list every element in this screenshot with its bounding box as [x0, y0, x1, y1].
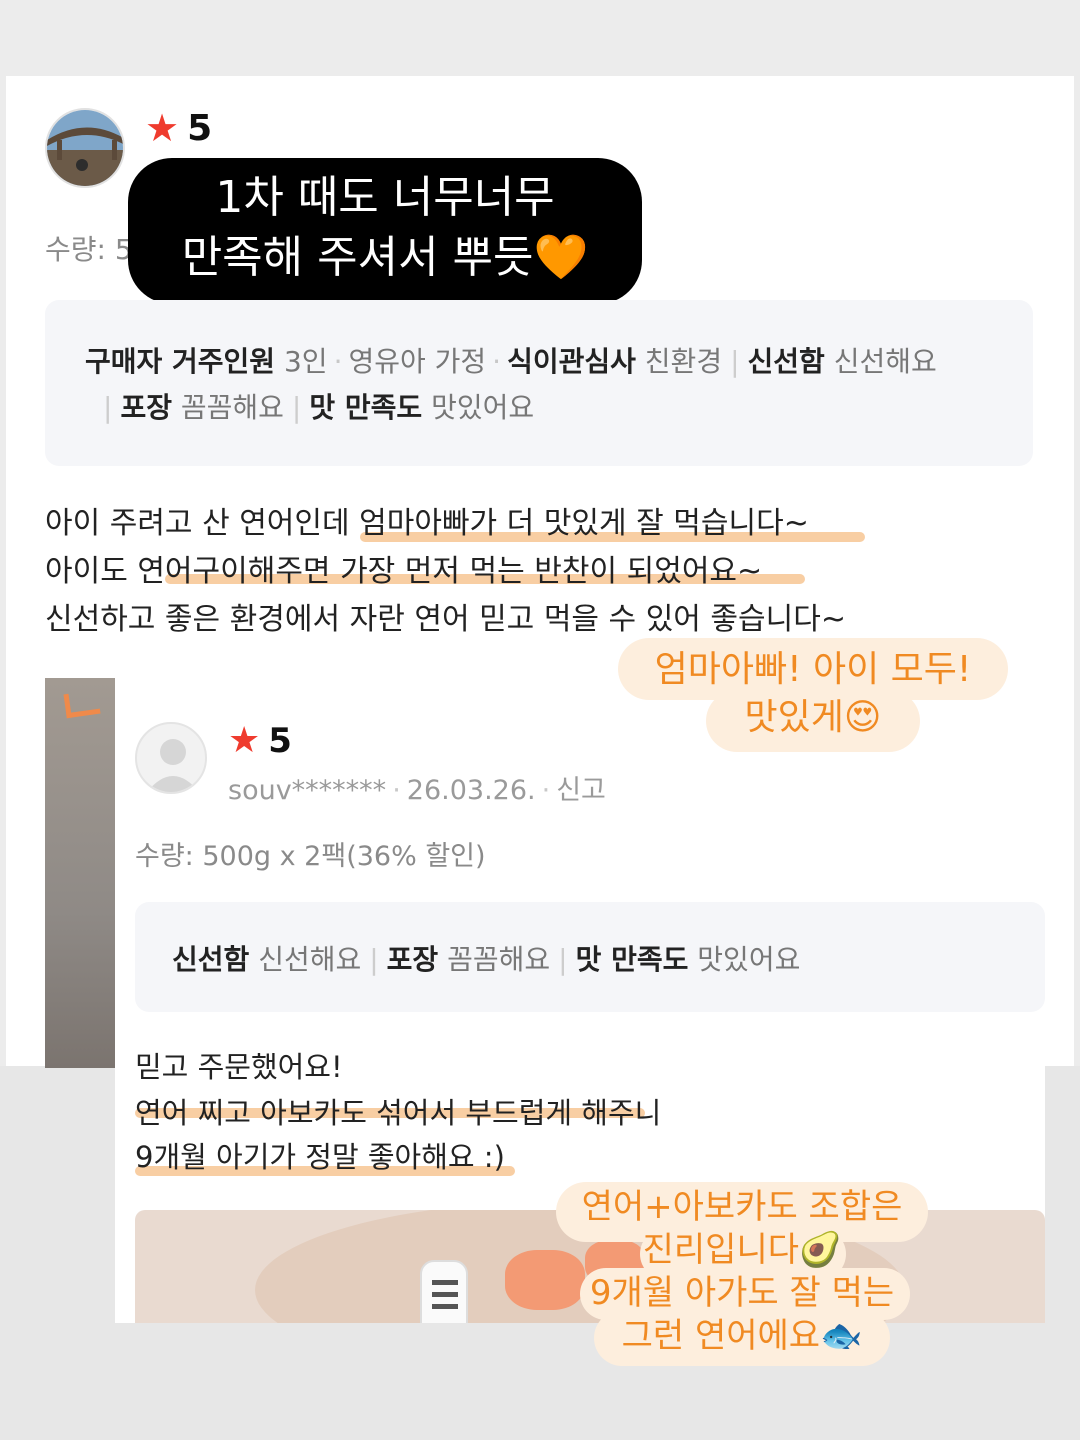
separator: ·	[333, 345, 343, 378]
reviewer-avatar[interactable]	[45, 108, 125, 188]
caption-line-3: 9개월 아가도 잘 먹는	[589, 1273, 895, 1313]
spoon-grip	[432, 1280, 458, 1285]
review-photo-thumbnail[interactable]	[45, 678, 115, 1068]
option-key: 맛 만족도	[575, 943, 689, 976]
option-value: 맛있어요	[431, 391, 535, 424]
option-key: 신선함	[172, 943, 250, 976]
separator: |	[730, 345, 740, 378]
caption-line-1: 엄마아빠! 아이 모두!	[654, 649, 972, 690]
star-icon: ★	[145, 106, 180, 150]
rating-value: 5	[268, 720, 292, 761]
spoon-grip	[432, 1292, 458, 1297]
option-key: 맛 만족도	[309, 391, 423, 424]
option-key: 구매자 거주인원	[85, 345, 276, 378]
review-text-line: 믿고 주문했어요!	[135, 1050, 343, 1084]
caption-line-1: 1차 때도 너무너무	[215, 172, 555, 223]
option-key: 포장	[120, 391, 172, 424]
options-line-1: 구매자 거주인원 3인 · 영유아 가정 · 식이관심사 친환경 | 신선함 신선해요	[85, 340, 937, 380]
report-link[interactable]: 신고	[556, 775, 606, 806]
orange-mark	[63, 689, 101, 719]
option-value: 3인	[283, 345, 328, 378]
caption-line-2: 만족해 주셔서 뿌듯🧡	[181, 232, 589, 283]
separator: |	[558, 943, 568, 976]
rating-value: 5	[187, 107, 213, 149]
separator: ·	[541, 775, 551, 806]
review-text-line: 아이 주려고 산 연어인데 엄마아빠가 더 맛있게 잘 먹습니다~	[45, 506, 809, 541]
option-value: 맛있어요	[697, 943, 801, 976]
quantity-label: 수량: 5	[45, 233, 133, 266]
caption-text-peach-2: 연어+아보카도 조합은 진리입니다🥑 9개월 아가도 잘 먹는 그런 연어에요🐟	[556, 1186, 928, 1358]
spoon-shape	[420, 1260, 468, 1323]
option-key: 신선함	[747, 345, 825, 378]
caption-line-2: 진리입니다🥑	[642, 1230, 842, 1270]
review-text-line: 아이도 연어구이해주면 가장 먼저 먹는 반찬이 되었어요~	[45, 554, 763, 589]
option-key: 포장	[386, 943, 439, 976]
rating: ★ 5	[145, 106, 212, 150]
quantity-label: 수량: 500g x 2팩(36% 할인)	[135, 841, 486, 872]
option-value: 꼼꼼해요	[447, 943, 551, 976]
caption-line-4: 그런 연어에요🐟	[621, 1316, 863, 1356]
separator: ·	[492, 345, 502, 378]
option-value: 영유아 가정	[348, 345, 487, 378]
star-icon: ★	[228, 720, 261, 761]
reviewer-name: souv*******	[228, 775, 387, 806]
option-value: 친환경	[644, 345, 723, 378]
caption-text: 1차 때도 너무너무 만족해 주셔서 뿌듯🧡	[128, 168, 642, 288]
separator: |	[103, 391, 113, 424]
option-key: 식이관심사	[507, 345, 636, 378]
reviewer-avatar-default[interactable]	[135, 722, 207, 794]
caption-text-peach-1: 엄마아빠! 아이 모두! 맛있게😍	[618, 646, 1008, 742]
option-value: 신선해요	[258, 943, 362, 976]
rating: ★ 5	[228, 720, 292, 761]
separator: |	[369, 943, 379, 976]
review-meta: souv******* · 26.03.26. · 신고	[228, 768, 606, 807]
review-text-line: 신선하고 좋은 환경에서 자란 연어 믿고 먹을 수 있어 좋습니다~	[45, 602, 846, 637]
review-text-line: 연어 찌고 아보카도 섞어서 부드럽게 해주니	[135, 1096, 662, 1130]
option-value: 신선해요	[833, 345, 937, 378]
review-options-box	[45, 300, 1033, 466]
spoon-grip	[432, 1304, 458, 1309]
review-text-line: 9개월 아기가 정말 좋아해요 :)	[135, 1140, 505, 1174]
option-value: 꼼꼼해요	[180, 391, 284, 424]
caption-line-1: 연어+아보카도 조합은	[581, 1187, 903, 1227]
caption-line-2: 맛있게😍	[744, 697, 882, 738]
separator: ·	[392, 775, 401, 806]
options-line: 신선함 신선해요 | 포장 꼼꼼해요 | 맛 만족도 맛있어요	[172, 938, 800, 978]
separator: |	[291, 391, 302, 424]
review-date: 26.03.26.	[406, 775, 536, 806]
options-line-2: | 포장 꼼꼼해요 | 맛 만족도 맛있어요	[95, 386, 534, 426]
